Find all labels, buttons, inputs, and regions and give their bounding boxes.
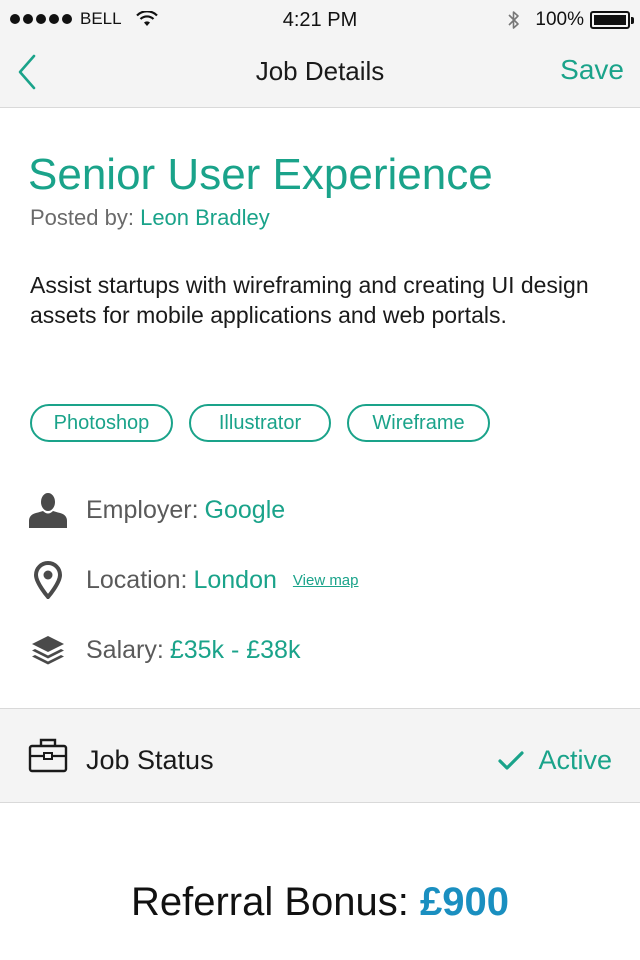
bluetooth-icon [508,11,520,29]
location-row: Location: London View map [28,560,359,600]
salary-value: £35k - £38k [169,635,301,664]
salary-label: Salary: [86,635,164,664]
status-right: 100% [507,9,634,31]
view-map-link[interactable]: View map [293,572,359,589]
person-icon [28,490,68,530]
battery-percent: 100% [535,9,584,30]
job-status-row[interactable]: Job Status Active [0,708,640,803]
employer-label: Employer: [86,495,199,524]
tag-illustrator[interactable]: Illustrator [189,404,331,442]
checkmark-icon [498,750,525,770]
job-status-label: Job Status [86,745,214,775]
tag-wireframe[interactable]: Wireframe [347,404,490,442]
poster-name-link[interactable]: Leon Bradley [140,205,270,230]
job-status-text: Active [538,745,612,775]
job-description: Assist startups with wireframing and cre… [30,272,589,328]
employer-value: Google [204,495,286,524]
salary-row: Salary: £35k - £38k [28,630,300,670]
nav-bar: Job Details Save [0,40,640,108]
battery-icon [590,11,634,29]
location-label: Location: [86,565,188,594]
map-pin-icon [28,560,68,600]
skill-tags: Photoshop Illustrator Wireframe [30,404,490,442]
job-title: Senior User Experience [28,150,493,199]
posted-by: Posted by: Leon Bradley [30,205,270,231]
employer-row: Employer: Google [28,490,285,530]
tag-photoshop[interactable]: Photoshop [30,404,173,442]
job-status-value: Active [498,745,612,776]
save-button[interactable]: Save [560,54,624,86]
posted-by-label: Posted by: [30,205,134,230]
referral-amount: £900 [420,880,510,924]
battery-fill [594,15,626,25]
briefcase-icon [28,738,68,773]
page-title: Job Details [255,56,385,86]
location-value: London [193,565,277,594]
referral-bonus: Referral Bonus: £900 [0,880,640,925]
referral-label: Referral Bonus: [130,880,409,924]
status-bar: BELL 4:21 PM 100% [0,0,640,40]
layers-icon [28,630,68,670]
